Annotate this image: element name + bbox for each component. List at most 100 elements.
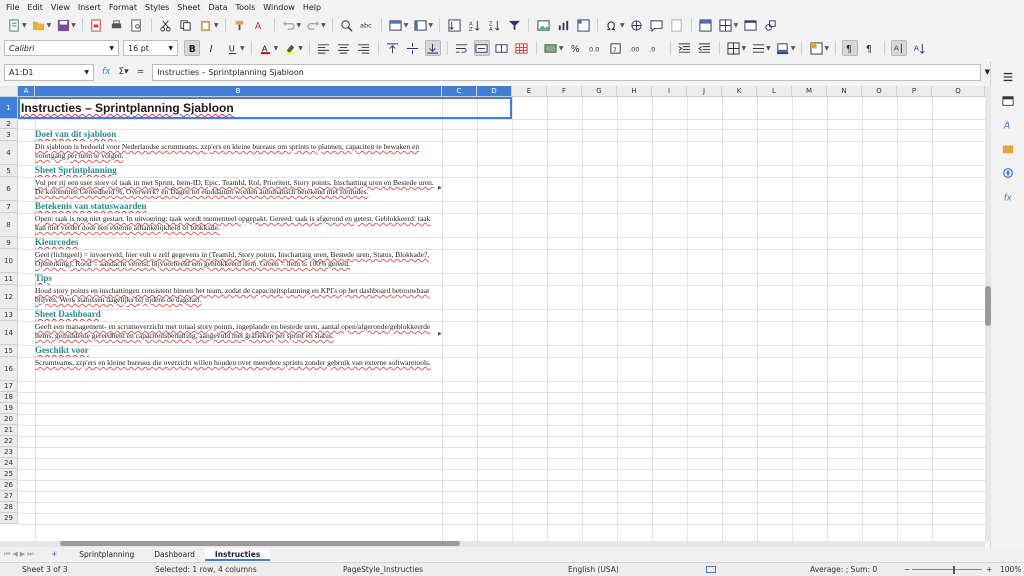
- column-header-h[interactable]: H: [617, 86, 652, 97]
- menu-format[interactable]: Format: [107, 3, 143, 12]
- align-center-icon[interactable]: [336, 40, 352, 56]
- chevron-down-icon[interactable]: ▼: [404, 22, 409, 29]
- body-cell[interactable]: Scrumteams, zzp'ers en kleine bureaus di…: [35, 358, 440, 381]
- chevron-down-icon[interactable]: ▼: [274, 45, 279, 52]
- column-header-q[interactable]: Q: [932, 86, 985, 97]
- formula-icon[interactable]: =: [137, 67, 145, 77]
- selection-mode-icon[interactable]: [706, 566, 716, 573]
- table-icon[interactable]: [514, 40, 530, 56]
- row-header-18[interactable]: 18: [0, 392, 18, 403]
- border-color-icon[interactable]: [775, 40, 791, 56]
- highlight-color-icon[interactable]: [282, 40, 298, 56]
- wrap-text-icon[interactable]: [454, 40, 470, 56]
- hyperlink-icon[interactable]: [629, 17, 645, 33]
- row-header-25[interactable]: 25: [0, 469, 18, 480]
- headers-footers-icon[interactable]: [669, 17, 685, 33]
- row-header-17[interactable]: 17: [0, 381, 18, 392]
- paste-icon[interactable]: [198, 17, 214, 33]
- pivot-table-icon[interactable]: [575, 17, 591, 33]
- heading-cell[interactable]: Tips: [35, 273, 440, 285]
- column-header-o[interactable]: O: [862, 86, 897, 97]
- align-right-icon[interactable]: [356, 40, 372, 56]
- column-header-e[interactable]: E: [512, 86, 547, 97]
- scrollbar-thumb[interactable]: [60, 541, 460, 546]
- chevron-down-icon[interactable]: ▼: [71, 22, 76, 29]
- print-preview-icon[interactable]: [129, 17, 145, 33]
- column-header-k[interactable]: K: [722, 86, 757, 97]
- currency-format-icon[interactable]: [543, 40, 559, 56]
- insert-chart-icon[interactable]: [555, 17, 571, 33]
- menu-edit[interactable]: Edit: [25, 3, 49, 12]
- open-folder-icon[interactable]: [31, 17, 47, 33]
- spreadsheet-grid[interactable]: A B C D E F G H I J K L M N O P Q 1 2 3 …: [0, 86, 985, 541]
- row-header-9[interactable]: 9: [0, 237, 18, 249]
- column-header-l[interactable]: L: [757, 86, 792, 97]
- border-style-icon[interactable]: [750, 40, 766, 56]
- freeze-rows-icon[interactable]: [698, 17, 714, 33]
- row-header-22[interactable]: 22: [0, 436, 18, 447]
- font-size-box[interactable]: 16 pt ▼: [123, 40, 178, 56]
- find-replace-icon[interactable]: [339, 17, 355, 33]
- italic-icon[interactable]: I: [204, 40, 220, 56]
- sort-icon[interactable]: [446, 17, 462, 33]
- menu-view[interactable]: View: [49, 3, 76, 12]
- column-header-i[interactable]: I: [652, 86, 687, 97]
- functions-icon[interactable]: fx: [1000, 189, 1016, 205]
- conditional-format-icon[interactable]: [808, 40, 824, 56]
- body-cell[interactable]: Houd story points en inschattingen consi…: [35, 286, 440, 309]
- heading-cell[interactable]: Sheet Sprintplanning: [35, 165, 440, 177]
- column-header-p[interactable]: P: [897, 86, 932, 97]
- last-sheet-icon[interactable]: ⏭: [27, 550, 33, 559]
- row-header-15[interactable]: 15: [0, 345, 18, 357]
- zoom-level[interactable]: 100%: [1000, 565, 1021, 574]
- menu-styles[interactable]: Styles: [143, 3, 175, 12]
- chevron-down-icon[interactable]: ▼: [22, 22, 27, 29]
- save-icon[interactable]: [55, 17, 71, 33]
- unmerge-icon[interactable]: [494, 40, 510, 56]
- row-header-27[interactable]: 27: [0, 491, 18, 502]
- percent-format-icon[interactable]: %: [568, 40, 584, 56]
- merge-center-icon[interactable]: [473, 40, 490, 56]
- zoom-in-icon[interactable]: +: [986, 565, 992, 574]
- tab-sprintplanning[interactable]: Sprintplanning: [69, 548, 144, 561]
- chevron-down-icon[interactable]: ▼: [321, 22, 326, 29]
- body-cell[interactable]: Geeft een management- en scrumoverzicht …: [35, 322, 440, 345]
- row-header-2[interactable]: 2: [0, 119, 18, 129]
- vertical-scrollbar[interactable]: [985, 86, 991, 541]
- menu-file[interactable]: File: [4, 3, 25, 12]
- row-header-3[interactable]: 3: [0, 129, 18, 141]
- row-header-11[interactable]: 11: [0, 273, 18, 285]
- row-header-16[interactable]: 16: [0, 357, 18, 381]
- column-header-a[interactable]: A: [18, 86, 35, 97]
- bold-icon[interactable]: B: [184, 40, 200, 56]
- row-header-14[interactable]: 14: [0, 321, 18, 345]
- page-style[interactable]: PageStyle_Instructies: [343, 565, 423, 574]
- scrollbar-thumb[interactable]: [985, 286, 991, 326]
- chevron-down-icon[interactable]: ▼: [766, 45, 771, 52]
- row-header-23[interactable]: 23: [0, 447, 18, 458]
- menu-icon[interactable]: [1000, 69, 1016, 85]
- chevron-down-icon[interactable]: ▼: [240, 45, 245, 52]
- menu-data[interactable]: Data: [206, 3, 233, 12]
- select-all-corner[interactable]: [0, 86, 18, 97]
- undo-icon[interactable]: [281, 17, 297, 33]
- right-to-left-icon[interactable]: ¶: [862, 40, 878, 56]
- chevron-down-icon[interactable]: ▼: [824, 45, 829, 52]
- chevron-down-icon[interactable]: ▼: [47, 22, 52, 29]
- title-cell[interactable]: Instructies – Sprintplanning Sjabloon: [18, 97, 512, 119]
- row-header-26[interactable]: 26: [0, 480, 18, 491]
- chevron-down-icon[interactable]: ▼: [297, 22, 302, 29]
- text-orientation-icon[interactable]: A: [891, 40, 907, 56]
- menu-help[interactable]: Help: [301, 3, 327, 12]
- delete-decimal-icon[interactable]: .0: [648, 40, 664, 56]
- add-sheet-button[interactable]: +: [51, 550, 57, 558]
- shapes-icon[interactable]: [762, 17, 778, 33]
- autofilter-icon[interactable]: [506, 17, 522, 33]
- zoom-out-icon[interactable]: −: [904, 565, 910, 574]
- heading-cell[interactable]: Betekenis van statuswaarden: [35, 201, 440, 213]
- navigator-icon[interactable]: [1000, 165, 1016, 181]
- row-header-5[interactable]: 5: [0, 165, 18, 177]
- chevron-down-icon[interactable]: ▼: [620, 22, 625, 29]
- column-header-d[interactable]: D: [477, 86, 512, 97]
- row-header-10[interactable]: 10: [0, 249, 18, 273]
